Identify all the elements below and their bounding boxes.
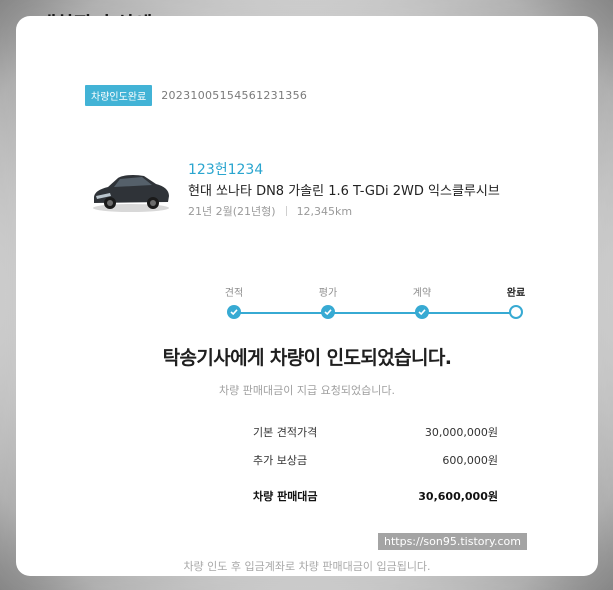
price-value: 30,600,000원 xyxy=(418,490,498,503)
step-evaluate: 평가 xyxy=(310,284,346,319)
check-icon xyxy=(227,305,241,319)
vehicle-plate: 123헌1234 xyxy=(188,162,264,178)
step-complete: 완료 xyxy=(498,284,534,319)
step-label: 계약 xyxy=(412,288,432,299)
status-headline: 탁송기사에게 차량이 인도되었습니다. xyxy=(162,347,452,369)
price-row-total: 차량 판매대금 30,600,000원 xyxy=(253,488,498,504)
meta-divider xyxy=(285,206,287,216)
order-row: 차량인도완료 20231005154561231356 xyxy=(85,85,307,106)
watermark: https://son95.tistory.com xyxy=(378,533,527,550)
status-badge: 차량인도완료 xyxy=(85,85,153,106)
vehicle-mileage: 12,345km xyxy=(296,204,353,218)
car-icon xyxy=(93,174,169,212)
price-value: 30,000,000원 xyxy=(424,426,498,439)
current-step-icon xyxy=(509,305,523,319)
detail-card: 차량인도완료 20231005154561231356 123헌1234 현대 … xyxy=(16,16,598,576)
order-number: 20231005154561231356 xyxy=(161,89,308,102)
price-value: 600,000원 xyxy=(442,454,498,467)
vehicle-model: 현대 쏘나타 DN8 가솔린 1.6 T-GDi 2WD 익스클루시브 xyxy=(188,184,500,199)
step-label: 평가 xyxy=(318,288,338,299)
price-label: 기본 견적가격 xyxy=(253,426,318,439)
progress-steps: 견적 평가 계약 완료 xyxy=(216,284,536,328)
footer-note: 차량 인도 후 입금계좌로 차량 판매대금이 입금됩니다. xyxy=(183,560,431,573)
step-label: 견적 xyxy=(224,288,244,299)
price-label: 추가 보상금 xyxy=(253,454,308,467)
price-label: 차량 판매대금 xyxy=(253,490,318,503)
vehicle-meta: 21년 2월(21년형) 12,345km xyxy=(188,203,352,219)
price-row-base: 기본 견적가격 30,000,000원 xyxy=(253,424,498,440)
progress-line xyxy=(234,312,516,314)
status-subline: 차량 판매대금이 지급 요청되었습니다. xyxy=(219,384,395,397)
price-row-bonus: 추가 보상금 600,000원 xyxy=(253,452,498,468)
check-icon xyxy=(321,305,335,319)
step-contract: 계약 xyxy=(404,284,440,319)
check-icon xyxy=(415,305,429,319)
vehicle-year: 21년 2월(21년형) xyxy=(188,205,276,218)
step-estimate: 견적 xyxy=(216,284,252,319)
step-label: 완료 xyxy=(506,288,526,299)
